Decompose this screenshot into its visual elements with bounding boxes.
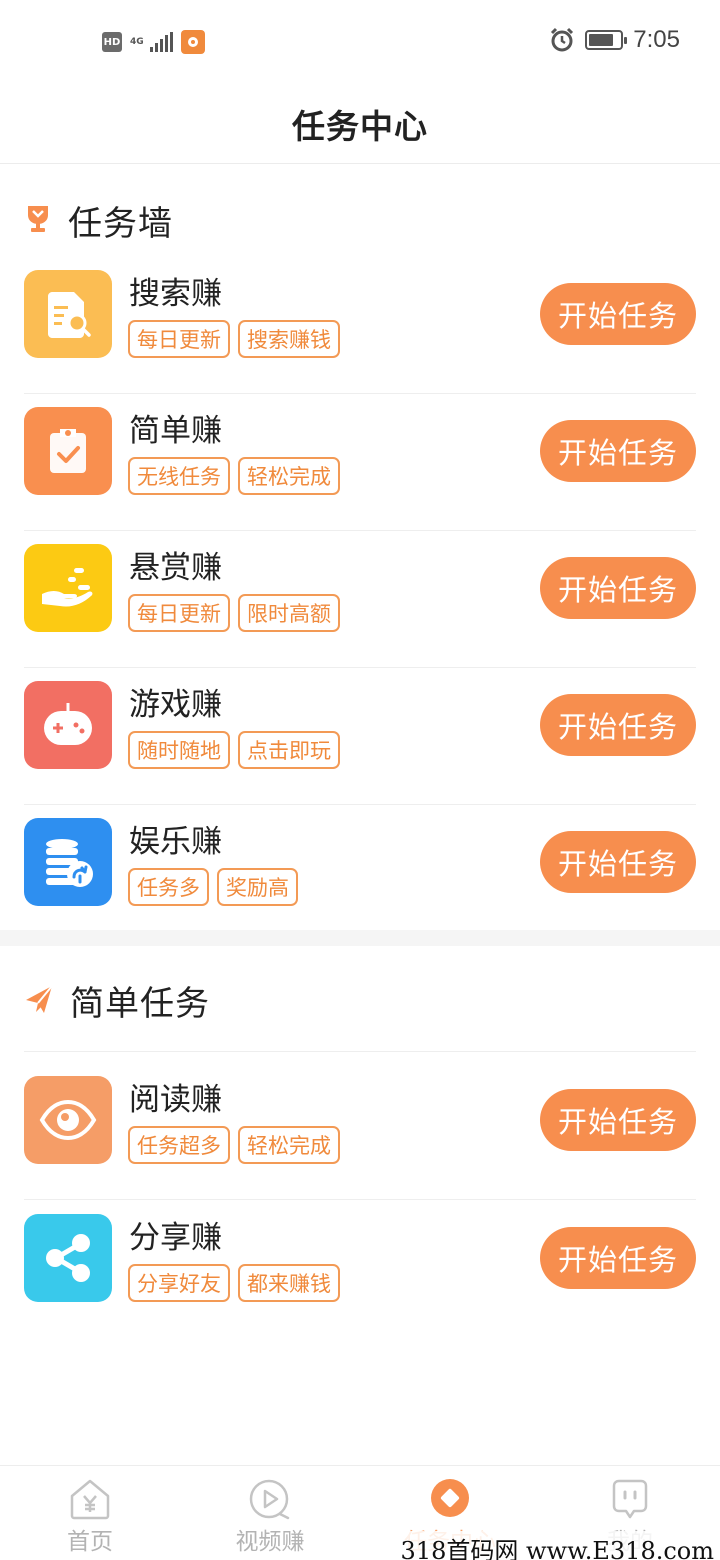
play-icon <box>248 1478 292 1524</box>
task-row-reward: 悬赏赚 每日更新 限时高额 开始任务 <box>24 531 696 668</box>
paper-plane-icon <box>24 983 54 1019</box>
task-name: 游戏赚 <box>129 687 222 723</box>
status-bar: HD 4G 7:05 <box>0 0 720 84</box>
gamepad-icon <box>24 681 112 769</box>
signal-icon <box>150 32 173 52</box>
task-row-simple: 简单赚 无线任务 轻松完成 开始任务 <box>24 394 696 531</box>
tag: 搜索赚钱 <box>238 320 340 358</box>
task-name: 娱乐赚 <box>129 824 222 860</box>
task-name: 分享赚 <box>129 1220 222 1256</box>
divider <box>24 1051 696 1052</box>
nav-label: 首页 <box>67 1529 113 1555</box>
task-name: 简单赚 <box>129 413 222 449</box>
task-row-game: 游戏赚 随时随地 点击即玩 开始任务 <box>24 668 696 805</box>
database-refresh-icon <box>24 818 112 906</box>
tag-list: 每日更新 搜索赚钱 <box>128 320 340 358</box>
task-name: 搜索赚 <box>129 276 222 312</box>
clipboard-check-icon <box>24 407 112 495</box>
start-task-button[interactable]: 开始任务 <box>540 283 696 345</box>
tag: 任务超多 <box>128 1126 230 1164</box>
trophy-icon <box>24 203 52 239</box>
start-task-button[interactable]: 开始任务 <box>540 1089 696 1151</box>
section-divider <box>0 930 720 946</box>
task-name: 悬赏赚 <box>129 550 222 586</box>
section-title: 简单任务 <box>70 984 210 1024</box>
tag-list: 随时随地 点击即玩 <box>128 731 340 769</box>
simple-tasks-header: 简单任务 <box>24 976 210 1025</box>
task-row-search: 搜索赚 每日更新 搜索赚钱 开始任务 <box>24 257 696 394</box>
task-wall-header: 任务墙 <box>24 196 173 245</box>
nav-label: 视频赚 <box>235 1529 305 1555</box>
alarm-icon <box>549 27 575 53</box>
clock: 7:05 <box>633 26 680 53</box>
tag: 任务多 <box>128 868 209 906</box>
section-title: 任务墙 <box>68 204 173 244</box>
tag-list: 分享好友 都来赚钱 <box>128 1264 340 1302</box>
start-task-button[interactable]: 开始任务 <box>540 831 696 893</box>
home-yen-icon <box>68 1478 112 1524</box>
hand-reward-icon <box>24 544 112 632</box>
eye-icon <box>24 1076 112 1164</box>
tag: 限时高额 <box>238 594 340 632</box>
watermark-text: 318首码网 www.E318.com <box>398 1531 716 1560</box>
task-name: 阅读赚 <box>129 1082 222 1118</box>
tag: 奖励高 <box>217 868 298 906</box>
start-task-button[interactable]: 开始任务 <box>540 420 696 482</box>
tag-list: 无线任务 轻松完成 <box>128 457 340 495</box>
network-type: 4G <box>130 36 144 47</box>
start-task-button[interactable]: 开始任务 <box>540 1227 696 1289</box>
search-doc-icon <box>24 270 112 358</box>
task-row-entertainment: 娱乐赚 任务多 奖励高 开始任务 <box>24 805 696 942</box>
tag: 每日更新 <box>128 320 230 358</box>
start-task-button[interactable]: 开始任务 <box>540 694 696 756</box>
tag: 分享好友 <box>128 1264 230 1302</box>
nav-item-video[interactable]: 视频赚 <box>180 1466 360 1560</box>
status-right: 7:05 <box>549 26 680 54</box>
task-center-icon <box>428 1478 472 1524</box>
tag: 每日更新 <box>128 594 230 632</box>
tag-list: 任务多 奖励高 <box>128 868 298 906</box>
tag: 随时随地 <box>128 731 230 769</box>
battery-icon <box>585 30 628 50</box>
status-left: HD 4G <box>102 30 205 54</box>
title-bar: 任务中心 <box>0 84 720 164</box>
tag: 无线任务 <box>128 457 230 495</box>
tag: 都来赚钱 <box>238 1264 340 1302</box>
tag: 点击即玩 <box>238 731 340 769</box>
start-task-button[interactable]: 开始任务 <box>540 557 696 619</box>
tag-list: 任务超多 轻松完成 <box>128 1126 340 1164</box>
page-title: 任务中心 <box>292 106 428 146</box>
nav-item-home[interactable]: 首页 <box>0 1466 180 1560</box>
app-notification-icon <box>181 30 205 54</box>
tag-list: 每日更新 限时高额 <box>128 594 340 632</box>
tag: 轻松完成 <box>238 1126 340 1164</box>
share-icon <box>24 1214 112 1302</box>
tag: 轻松完成 <box>238 457 340 495</box>
task-row-share: 分享赚 分享好友 都来赚钱 开始任务 <box>24 1201 696 1338</box>
task-row-read: 阅读赚 任务超多 轻松完成 开始任务 <box>24 1063 696 1200</box>
profile-icon <box>608 1478 652 1524</box>
hd-badge: HD <box>102 32 122 52</box>
